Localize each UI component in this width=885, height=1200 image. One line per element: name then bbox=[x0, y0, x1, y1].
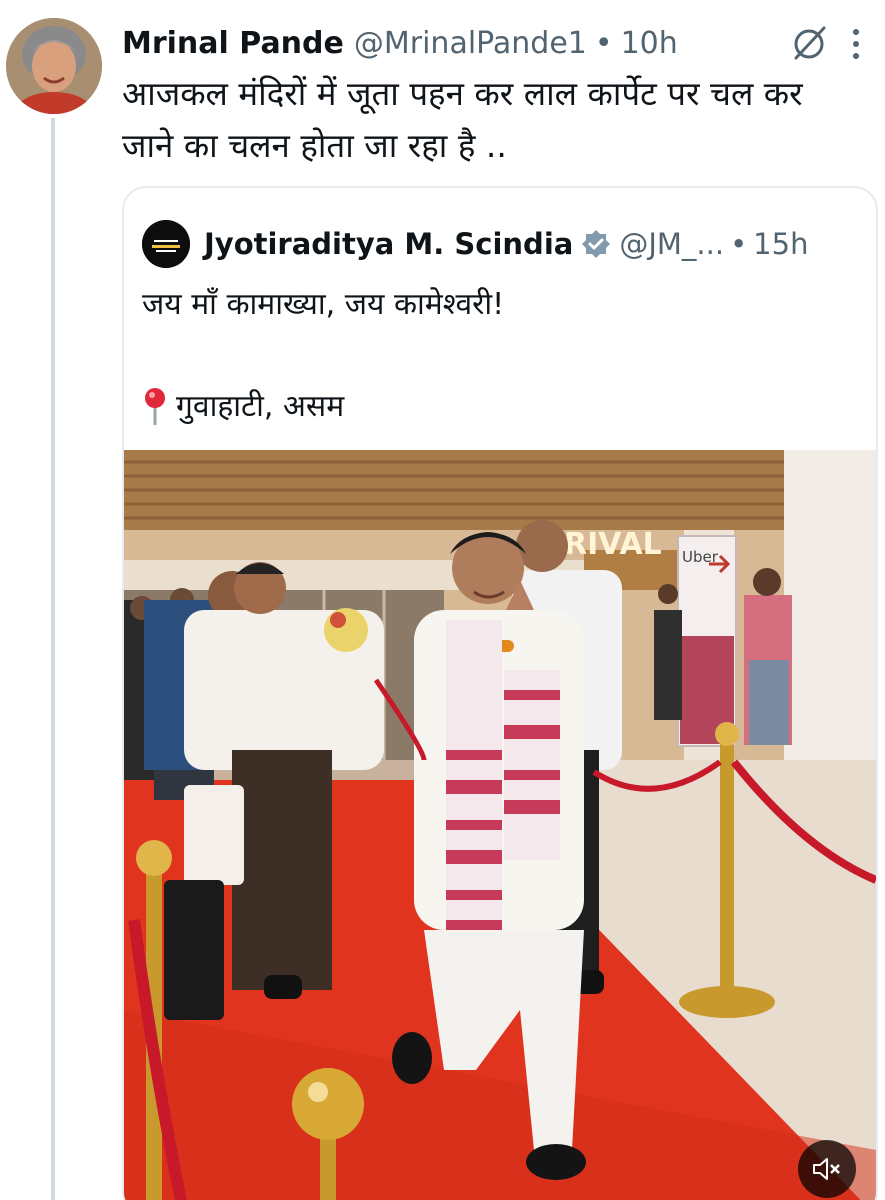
thread-connector-line bbox=[51, 118, 55, 1200]
quoted-avatar-logo-icon bbox=[142, 220, 190, 268]
tweet-header: Mrinal Pande @MrinalPande1 • 10h bbox=[122, 22, 678, 64]
quoted-tweet-timestamp[interactable]: 15h bbox=[753, 227, 808, 261]
tweet-timestamp[interactable]: 10h bbox=[621, 26, 678, 61]
tweet-text: आजकल मंदिरों में जूता पहन कर लाल कार्पेट… bbox=[122, 74, 803, 165]
quoted-tweet-header: Jyotiraditya M. Scindia @JM_... • 15h bbox=[142, 220, 808, 268]
speaker-muted-icon bbox=[813, 1158, 840, 1180]
arrival-sign-text: RIVAL bbox=[564, 527, 662, 562]
mute-button[interactable] bbox=[798, 1140, 856, 1198]
location-pin-icon bbox=[145, 388, 165, 425]
grok-icon[interactable] bbox=[790, 24, 828, 62]
author-handle[interactable]: @MrinalPande1 bbox=[354, 26, 587, 61]
quoted-tweet-card[interactable]: Jyotiraditya M. Scindia @JM_... • 15h जय… bbox=[122, 186, 878, 1200]
quoted-tweet-media[interactable]: RIVAL Uber bbox=[124, 450, 876, 1200]
user-avatar-photo bbox=[6, 18, 102, 114]
verified-badge-icon bbox=[582, 230, 611, 258]
media-photo: RIVAL Uber bbox=[124, 450, 876, 1200]
author-display-name[interactable]: Mrinal Pande bbox=[122, 26, 344, 61]
quoted-author-handle[interactable]: @JM_... bbox=[619, 227, 724, 261]
quoted-author-display-name[interactable]: Jyotiraditya M. Scindia bbox=[204, 227, 573, 261]
more-dots-icon[interactable] bbox=[848, 24, 864, 64]
header-separator: • bbox=[594, 25, 613, 61]
quoted-tweet-text: जय माँ कामाख्या, जय कामेश्वरी! bbox=[142, 287, 505, 322]
quoted-header-separator: • bbox=[730, 227, 748, 261]
quoted-tweet-location: गुवाहाटी, असम bbox=[142, 385, 344, 429]
quoted-author-avatar[interactable] bbox=[142, 220, 190, 268]
location-text: गुवाहाटी, असम bbox=[176, 389, 345, 424]
user-avatar[interactable] bbox=[6, 18, 102, 114]
